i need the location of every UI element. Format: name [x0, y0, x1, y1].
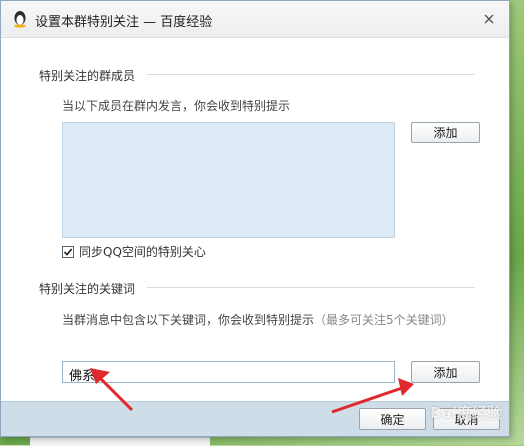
add-keyword-button[interactable]: 添加: [411, 361, 480, 383]
window-title: 设置本群特别关注 — 百度经验: [35, 15, 213, 30]
qq-penguin-icon: [14, 11, 26, 28]
members-listbox[interactable]: [62, 122, 395, 238]
close-icon: [484, 14, 494, 24]
section-divider: [147, 74, 475, 75]
keywords-description: 当群消息中包含以下关键词，你会收到特别提示（最多可关注5个关键词）: [62, 311, 454, 328]
ok-button[interactable]: 确定: [359, 408, 426, 430]
members-description: 当以下成员在群内发言，你会收到特别提示: [62, 99, 291, 113]
title-bar: 设置本群特别关注 — 百度经验: [1, 1, 509, 38]
sync-qzone-checkbox-row[interactable]: 同步QQ空间的特别关心: [62, 243, 206, 260]
keywords-section-title: 特别关注的关键词: [39, 282, 136, 296]
keywords-description-text: 当群消息中包含以下关键词，你会收到特别提示: [62, 313, 315, 327]
members-section-title: 特别关注的群成员: [39, 69, 136, 83]
section-divider: [147, 287, 475, 288]
special-attention-dialog: 设置本群特别关注 — 百度经验 特别关注的群成员 当以下成员在群内发言，你会收到…: [0, 0, 510, 437]
add-member-button[interactable]: 添加: [411, 122, 480, 143]
sync-qzone-checkbox[interactable]: [62, 245, 74, 258]
sync-qzone-label: 同步QQ空间的特别关心: [79, 245, 206, 259]
keyword-input[interactable]: 佛系: [62, 361, 395, 384]
keywords-limit-hint: （最多可关注5个关键词）: [314, 313, 454, 327]
checkmark-icon: [63, 247, 73, 256]
watermark: Bai度经验: [430, 404, 502, 422]
close-button[interactable]: [477, 8, 501, 30]
